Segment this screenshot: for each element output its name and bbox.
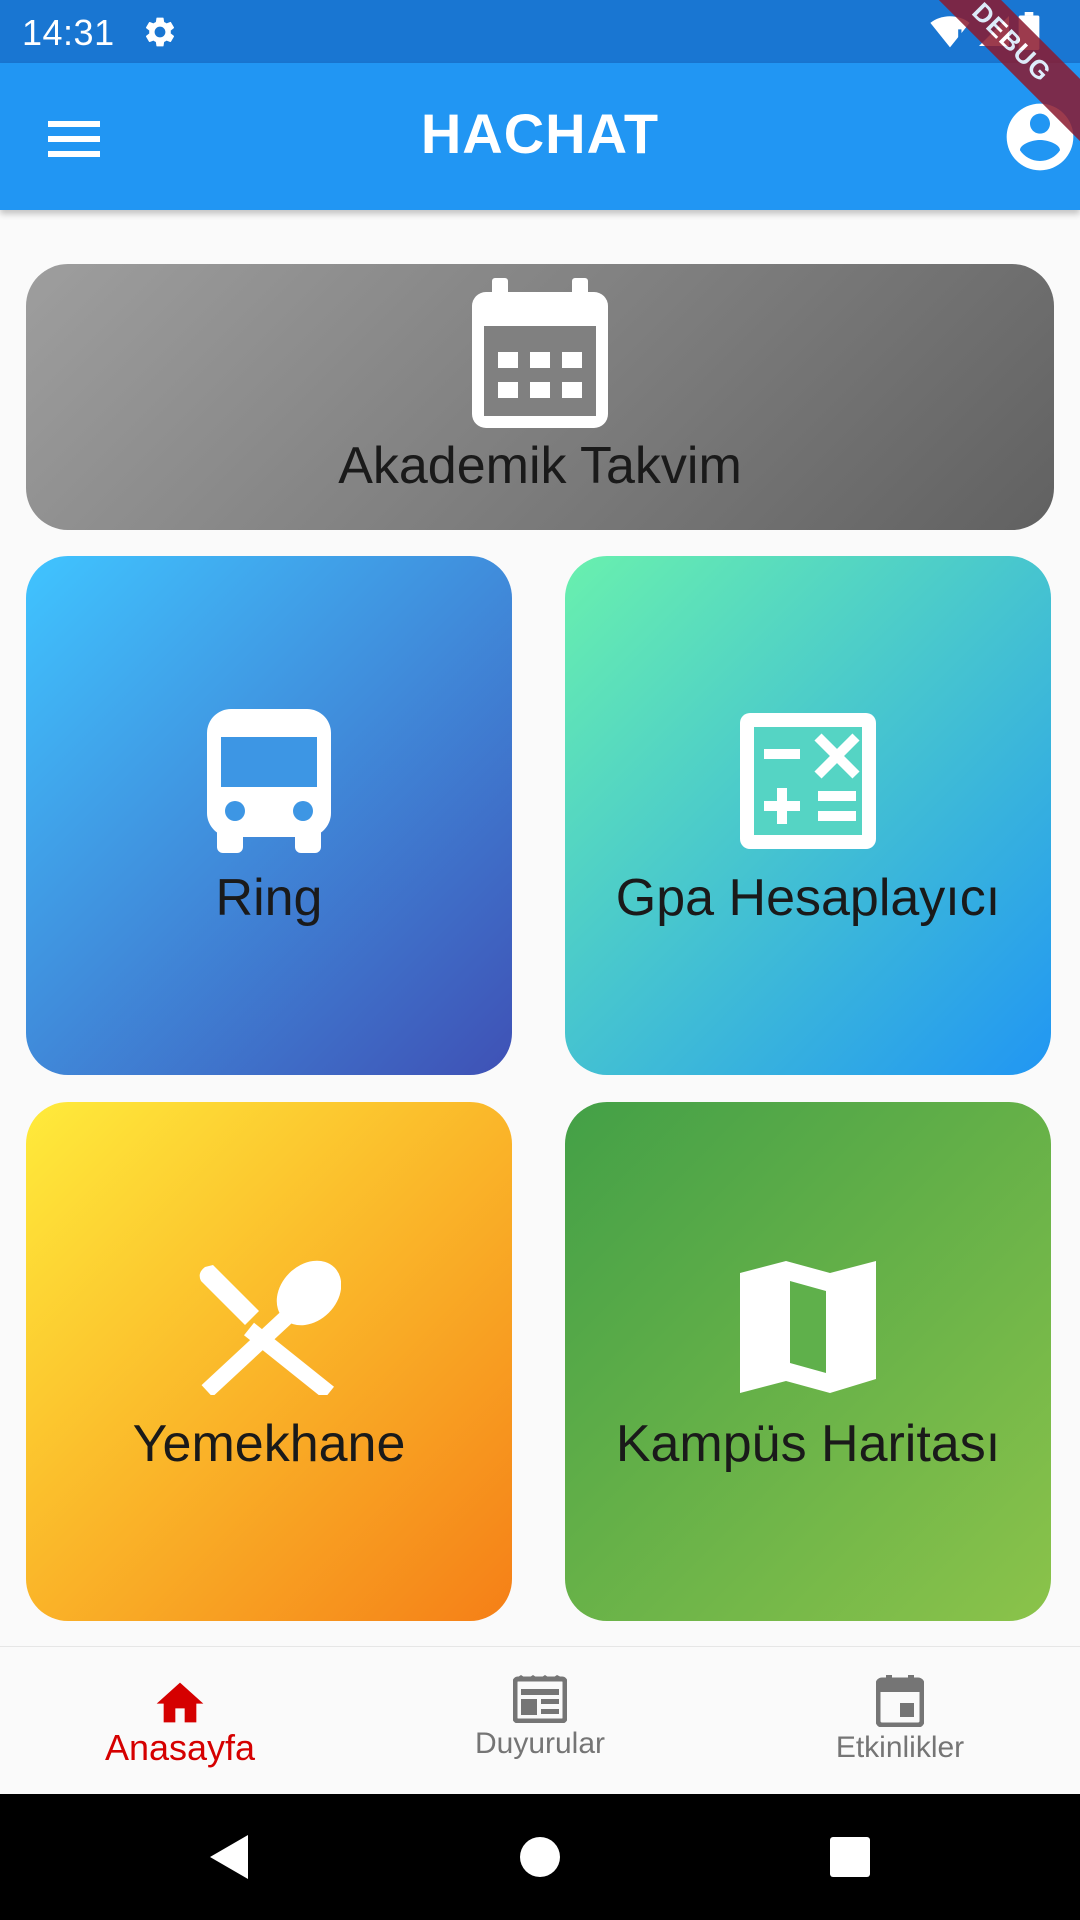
nav-item-events[interactable]: Etkinlikler	[720, 1647, 1080, 1794]
map-icon	[740, 1261, 876, 1393]
app-title: HACHAT	[420, 102, 660, 165]
nav-label-announcements: Duyurular	[474, 1727, 606, 1760]
bus-icon	[207, 709, 331, 853]
gpa-calculator-label: Gpa Hesaplayıcı	[615, 869, 1001, 927]
status-bar: 14:31	[0, 0, 1080, 63]
campus-map-label: Kampüs Haritası	[615, 1415, 1001, 1473]
status-time: 14:31	[22, 12, 115, 53]
academic-calendar-card[interactable]: Akademik Takvim	[26, 264, 1054, 530]
home-system-button[interactable]	[510, 1827, 570, 1887]
campus-map-card[interactable]: Kampüs Haritası	[565, 1102, 1051, 1621]
newspaper-icon	[513, 1675, 567, 1723]
cafeteria-label: Yemekhane	[132, 1415, 406, 1473]
recents-button[interactable]	[820, 1827, 880, 1887]
gear-icon	[145, 17, 175, 47]
back-triangle-icon	[210, 1835, 248, 1879]
event-icon	[876, 1675, 924, 1727]
nav-item-home[interactable]: Anasayfa	[0, 1647, 360, 1794]
cafeteria-card[interactable]: Yemekhane	[26, 1102, 512, 1621]
restaurant-icon	[199, 1260, 341, 1395]
home-circle-icon	[520, 1837, 560, 1877]
calculator-icon	[740, 713, 876, 849]
app-bar: HACHAT	[0, 63, 1080, 210]
nav-item-announcements[interactable]: Duyurular	[360, 1647, 720, 1794]
home-icon	[156, 1682, 204, 1723]
nav-label-home: Anasayfa	[104, 1727, 256, 1768]
nav-label-events: Etkinlikler	[835, 1731, 965, 1764]
calendar-icon	[472, 278, 608, 428]
academic-calendar-label: Akademik Takvim	[338, 437, 742, 495]
bottom-nav: Anasayfa Duyurular Etkinlikler	[0, 1646, 1080, 1794]
ring-card[interactable]: Ring	[26, 556, 512, 1075]
gpa-calculator-card[interactable]: Gpa Hesaplayıcı	[565, 556, 1051, 1075]
back-button[interactable]	[198, 1827, 258, 1887]
recents-square-icon	[830, 1837, 870, 1877]
ring-label: Ring	[215, 869, 323, 927]
system-nav-bar	[0, 1794, 1080, 1920]
